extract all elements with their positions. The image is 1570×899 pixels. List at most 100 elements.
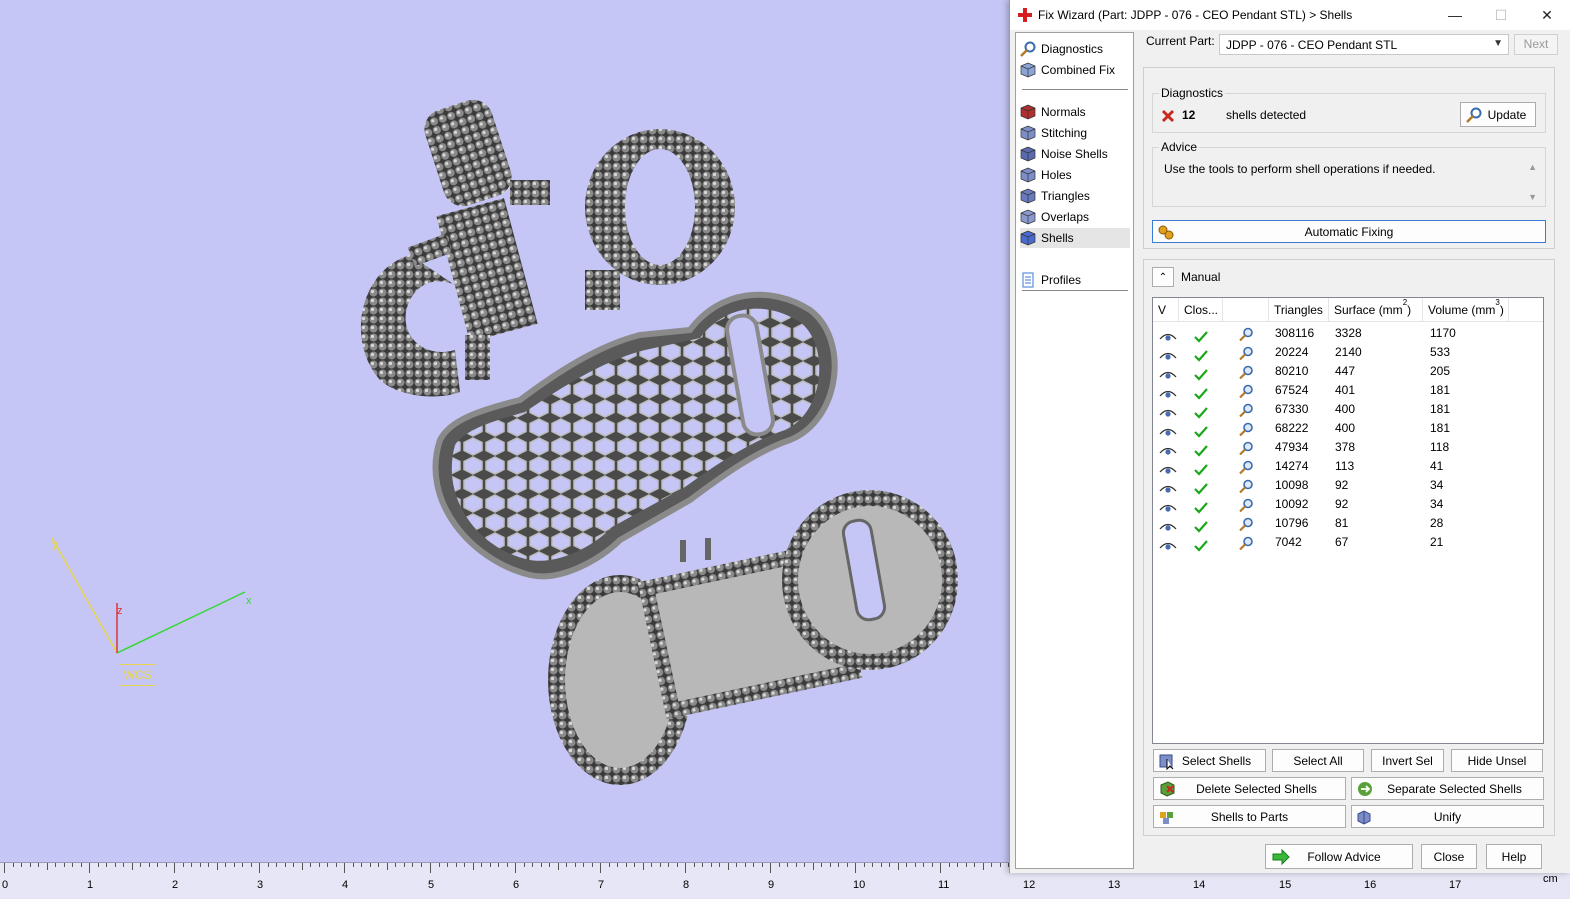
ruler-minor-tick	[702, 863, 703, 867]
table-row[interactable]: 80210 447 205	[1153, 362, 1543, 381]
zoom-to-shell-icon[interactable]	[1238, 515, 1254, 534]
follow-advice-button[interactable]: Follow Advice	[1265, 844, 1413, 869]
cell-volume: 181	[1430, 402, 1451, 416]
table-row[interactable]: 14274 113 41	[1153, 457, 1543, 476]
col-zoom[interactable]	[1223, 298, 1269, 322]
minimize-button[interactable]: —	[1432, 0, 1478, 30]
nav-separator	[1022, 89, 1128, 90]
shells-to-parts-button[interactable]: Shells to Parts	[1153, 805, 1346, 828]
close-button[interactable]: Close	[1421, 844, 1477, 869]
manual-panel: ⌃ Manual V Clos... Triangles Surface (mm…	[1143, 259, 1555, 836]
collapse-button[interactable]: ⌃	[1152, 267, 1174, 287]
zoom-to-shell-icon[interactable]	[1238, 534, 1254, 553]
col-triangles[interactable]: Triangles	[1269, 298, 1329, 322]
zoom-to-shell-icon[interactable]	[1238, 496, 1254, 515]
ruler-minor-tick	[72, 863, 73, 867]
next-button[interactable]: Next	[1514, 34, 1558, 55]
zoom-to-shell-icon[interactable]	[1238, 325, 1254, 344]
zoom-to-shell-icon[interactable]	[1238, 420, 1254, 439]
shells-table[interactable]: V Clos... Triangles Surface (mm2) Volume…	[1152, 297, 1544, 744]
table-row[interactable]: 68222 400 181	[1153, 419, 1543, 438]
zoom-to-shell-icon[interactable]	[1238, 382, 1254, 401]
ruler-minor-tick	[660, 863, 661, 867]
nav-item-diagnostics[interactable]: Diagnostics	[1020, 39, 1130, 59]
nav-item-holes[interactable]: Holes	[1020, 165, 1130, 185]
nav-item-overlaps[interactable]: Overlaps	[1020, 207, 1130, 227]
shells-to-parts-icon	[1160, 812, 1173, 824]
axis-triad: y x z	[51, 537, 252, 654]
current-part-select[interactable]: JDPP - 076 - CEO Pendant STL ▼	[1219, 34, 1509, 55]
table-row[interactable]: 47934 378 118	[1153, 438, 1543, 457]
ruler-minor-tick	[532, 863, 533, 867]
table-row[interactable]: 308116 3328 1170	[1153, 324, 1543, 343]
zoom-to-shell-icon[interactable]	[1238, 363, 1254, 382]
nav-item-label: Diagnostics	[1041, 42, 1104, 56]
ruler-minor-tick	[183, 863, 184, 867]
table-row[interactable]: 67524 401 181	[1153, 381, 1543, 400]
cell-volume: 34	[1430, 497, 1444, 511]
ruler-minor-tick	[949, 863, 950, 867]
ruler-major-tick	[4, 863, 5, 873]
invert-sel-button[interactable]: Invert Sel	[1371, 749, 1444, 772]
cell-triangles: 67524	[1275, 383, 1309, 397]
col-visible[interactable]: V	[1153, 298, 1179, 322]
arrow-right-icon	[1272, 848, 1290, 866]
ruler-minor-tick	[242, 863, 243, 867]
unify-button[interactable]: Unify	[1351, 805, 1544, 828]
nav-item-shells[interactable]: Shells	[1020, 228, 1130, 248]
zoom-to-shell-icon[interactable]	[1238, 477, 1254, 496]
update-button[interactable]: Update	[1460, 102, 1536, 127]
nav-item-normals[interactable]: Normals	[1020, 102, 1130, 122]
table-row[interactable]: 20224 2140 533	[1153, 343, 1543, 362]
wizard-nav: Diagnostics Combined Fix Normals Stitching N…	[1015, 32, 1134, 869]
help-button[interactable]: Help	[1486, 844, 1542, 869]
triangles-icon	[1020, 188, 1036, 204]
close-window-button[interactable]: ✕	[1524, 0, 1570, 30]
zoom-to-shell-icon[interactable]	[1238, 458, 1254, 477]
nav-item-combined-fix[interactable]: Combined Fix	[1020, 60, 1130, 80]
table-row[interactable]: 67330 400 181	[1153, 400, 1543, 419]
separate-selected-shells-button[interactable]: Separate Selected Shells	[1351, 777, 1544, 800]
ruler-minor-tick	[991, 863, 992, 867]
ruler-number: 9	[768, 879, 775, 891]
ruler-number: 0	[2, 879, 9, 891]
model-view[interactable]: y x z	[0, 0, 1010, 862]
nav-item-label: Overlaps	[1041, 210, 1090, 224]
select-all-button[interactable]: Select All	[1272, 749, 1364, 772]
manual-label: Manual	[1181, 270, 1221, 284]
scroll-up-icon[interactable]: ▲	[1528, 162, 1537, 172]
col-closed[interactable]: Clos...	[1179, 298, 1223, 322]
automatic-fixing-button[interactable]: Automatic Fixing	[1152, 220, 1546, 243]
zoom-to-shell-icon[interactable]	[1238, 344, 1254, 363]
select-shells-button[interactable]: Select Shells	[1153, 749, 1266, 772]
ruler-number: 10	[853, 879, 866, 891]
table-row[interactable]: 10796 81 28	[1153, 514, 1543, 533]
table-row[interactable]: 7042 67 21	[1153, 533, 1543, 552]
table-row[interactable]: 10098 92 34	[1153, 476, 1543, 495]
col-volume[interactable]: Volume (mm3)	[1423, 298, 1509, 322]
scroll-down-icon[interactable]: ▼	[1528, 192, 1537, 202]
col-surface-sup: 2	[1402, 298, 1408, 307]
ruler-minor-tick	[651, 863, 652, 867]
fix-wizard-dialog: Fix Wizard (Part: JDPP - 076 - CEO Penda…	[1009, 0, 1570, 873]
nav-item-stitching[interactable]: Stitching	[1020, 123, 1130, 143]
ruler-minor-tick	[310, 863, 311, 867]
wizard-content: Current Part: JDPP - 076 - CEO Pendant S…	[1140, 30, 1568, 873]
cell-triangles: 10098	[1275, 478, 1309, 492]
maximize-button[interactable]: ☐	[1478, 0, 1524, 30]
delete-selected-shells-button[interactable]: Delete Selected Shells	[1153, 777, 1346, 800]
col-surface[interactable]: Surface (mm2)	[1329, 298, 1423, 322]
zoom-to-shell-icon[interactable]	[1238, 439, 1254, 458]
nav-item-profiles[interactable]: Profiles	[1020, 270, 1130, 290]
ceo-honeycomb-shell[interactable]	[432, 291, 838, 580]
ruler-minor-tick	[268, 863, 269, 867]
diagnostics-icon	[1020, 41, 1036, 57]
nav-item-noise-shells[interactable]: Noise Shells	[1020, 144, 1130, 164]
title-bar[interactable]: Fix Wizard (Part: JDPP - 076 - CEO Penda…	[1010, 0, 1570, 30]
table-row[interactable]: 10092 92 34	[1153, 495, 1543, 514]
zoom-to-shell-icon[interactable]	[1238, 401, 1254, 420]
hide-unsel-button[interactable]: Hide Unsel	[1451, 749, 1543, 772]
ruler-minor-tick	[473, 863, 474, 870]
nav-item-triangles[interactable]: Triangles	[1020, 186, 1130, 206]
eye-visible-icon[interactable]	[1159, 536, 1177, 555]
